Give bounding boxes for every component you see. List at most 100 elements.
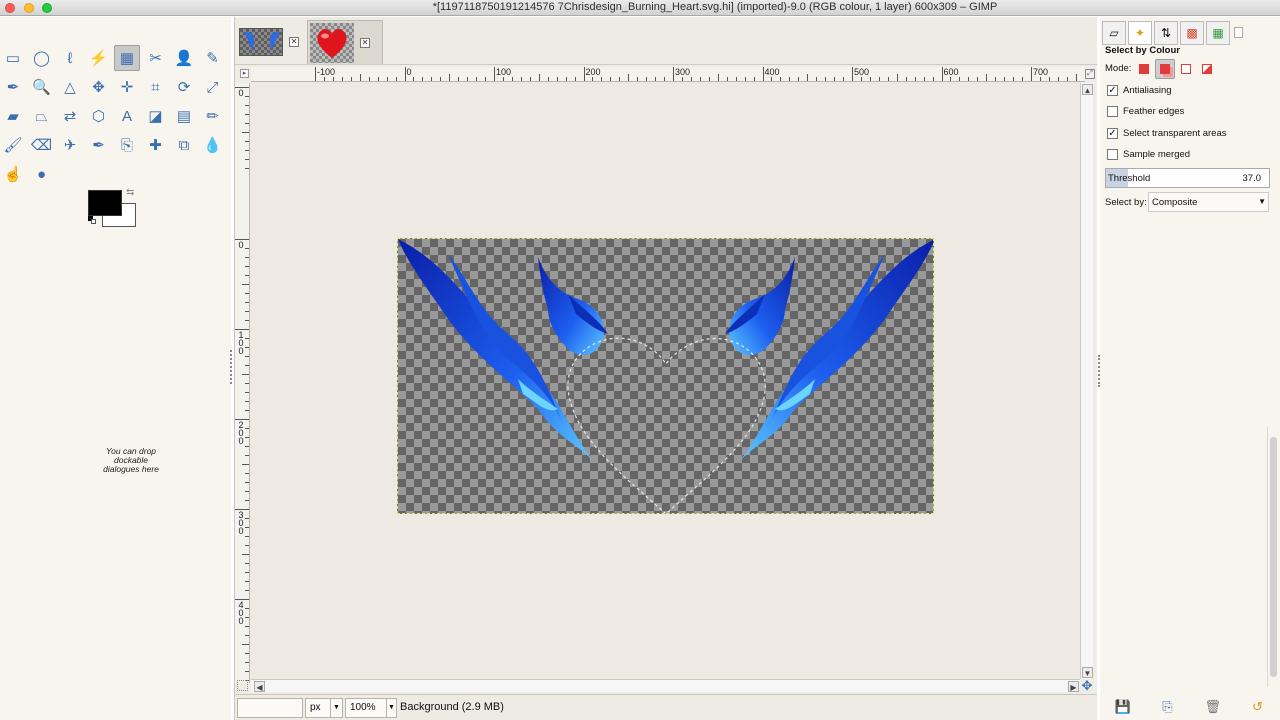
zoom-image-when-resized-icon[interactable]: ⤢ (1085, 69, 1095, 79)
scroll-up-icon[interactable]: ▲ (1082, 84, 1093, 95)
toolbox-resize-handle[interactable] (230, 350, 232, 384)
scroll-left-icon[interactable]: ◀ (254, 681, 265, 692)
brushes-tab-icon[interactable]: ▩ (1180, 21, 1204, 45)
swap-colours-icon[interactable]: ⇆ (126, 187, 134, 198)
chevron-down-icon[interactable]: ▼ (386, 699, 396, 717)
vertical-scrollbar[interactable]: ▲ ▼ (1080, 83, 1093, 679)
blur-tool[interactable]: 💧 (200, 132, 226, 158)
eraser-tool[interactable]: ⌫ (29, 132, 55, 158)
scroll-down-icon[interactable]: ▼ (1082, 667, 1093, 678)
chevron-down-icon[interactable]: ▼ (330, 699, 342, 717)
image-canvas[interactable] (397, 238, 934, 514)
cage-tool[interactable]: ⬡ (86, 103, 112, 129)
ruler-minor-tick (245, 671, 249, 672)
select-by-colour-tool[interactable]: ▦ (114, 45, 140, 71)
save-options-icon[interactable]: 💾 (1115, 699, 1131, 715)
ruler-minor-tick (242, 644, 249, 645)
scissors-select-tool[interactable]: ✂ (143, 45, 169, 71)
paintbrush-tool[interactable]: 🖌 (0, 132, 26, 158)
foreground-select-tool[interactable]: 👤 (171, 45, 197, 71)
image-tab-2[interactable]: ✕ (307, 20, 383, 64)
select-by-dropdown[interactable]: Composite ▼ (1148, 192, 1269, 212)
measure-tool[interactable]: △ (57, 74, 83, 100)
mode-add-icon[interactable] (1155, 59, 1175, 79)
move-tool[interactable]: ✥ (86, 74, 112, 100)
quick-mask-toggle-icon[interactable] (237, 680, 248, 691)
horizontal-scrollbar[interactable]: ◀ ▶ (251, 679, 1080, 692)
mode-subtract-icon[interactable] (1176, 59, 1196, 79)
align-tool[interactable]: ✛ (114, 74, 140, 100)
colour-picker-tool-icon: ✒ (6, 79, 20, 96)
patterns-tab-icon[interactable]: ▦ (1206, 21, 1230, 45)
text-tool[interactable]: A (114, 103, 140, 129)
dock-menu-icon[interactable] (1234, 27, 1243, 38)
antialiasing-checkbox[interactable]: ✓ (1107, 85, 1118, 96)
chevron-down-icon[interactable]: ▼ (1258, 197, 1266, 206)
perspective-clone-tool[interactable]: ⧉ (171, 132, 197, 158)
antialiasing-option[interactable]: ✓ Antialiasing (1107, 85, 1172, 96)
free-select-tool-icon: ℓ (67, 49, 73, 67)
tool-options-tab-icon[interactable]: ✦ (1128, 21, 1152, 45)
delete-options-icon[interactable]: 🗑 (1205, 699, 1222, 715)
navigate-image-icon[interactable]: ✥ (1080, 679, 1094, 693)
scroll-right-icon[interactable]: ▶ (1068, 681, 1079, 692)
close-tab-icon[interactable]: ✕ (360, 37, 370, 48)
perspective-tool[interactable]: ⏢ (29, 103, 55, 129)
rotate-tool[interactable]: ⟳ (171, 74, 197, 100)
scale-tool[interactable]: ⤢ (200, 74, 226, 100)
heal-tool[interactable]: ✚ (143, 132, 169, 158)
free-select-tool[interactable]: ℓ (57, 45, 83, 71)
select-transparent-checkbox[interactable]: ✓ (1107, 128, 1118, 139)
ruler-minor-tick (245, 500, 249, 501)
quick-mask-menu-icon[interactable]: ▸ (240, 69, 249, 78)
ruler-minor-tick (467, 77, 469, 81)
ruler-minor-tick (932, 77, 934, 81)
select-transparent-option[interactable]: ✓ Select transparent areas (1107, 128, 1227, 139)
ruler-minor-tick (834, 77, 836, 81)
feather-edges-option[interactable]: Feather edges (1107, 106, 1184, 117)
threshold-slider[interactable]: Threshold 37.0 (1105, 168, 1270, 188)
zoom-tool[interactable]: 🔍 (29, 74, 55, 100)
crop-tool[interactable]: ⌗ (143, 74, 169, 100)
blend-tool[interactable]: ▤ (171, 103, 197, 129)
dock-scrollbar[interactable] (1267, 427, 1277, 687)
zoom-selector[interactable]: 100% ▼ (345, 698, 397, 718)
bucket-fill-tool[interactable]: ◪ (143, 103, 169, 129)
zoom-tool-icon: 🔍 (32, 79, 51, 96)
pencil-tool[interactable]: ✏ (200, 103, 226, 129)
ellipse-select-tool[interactable]: ◯ (29, 45, 55, 71)
image-tab-1[interactable]: ✕ (237, 20, 303, 64)
ruler-label: 600 (943, 67, 959, 77)
feather-edges-checkbox[interactable] (1107, 106, 1118, 117)
rect-select-tool[interactable]: ▭ (0, 45, 26, 71)
ruler-minor-tick (245, 437, 249, 438)
vertical-ruler[interactable]: 0 0 100 200 300 400 (235, 83, 250, 683)
mode-replace-icon[interactable] (1134, 59, 1154, 79)
sample-merged-option[interactable]: Sample merged (1107, 149, 1190, 160)
fuzzy-select-tool[interactable]: ⚡ (86, 45, 112, 71)
foreground-colour-swatch[interactable] (88, 190, 122, 216)
restore-options-icon[interactable]: ⎘ (1160, 699, 1176, 715)
clone-tool[interactable]: ⎘ (114, 132, 140, 158)
ruler-minor-tick (245, 563, 249, 564)
shear-tool[interactable]: ▰ (0, 103, 26, 129)
canvas-area[interactable] (251, 83, 1080, 679)
ink-tool[interactable]: ✒ (86, 132, 112, 158)
flip-tool[interactable]: ⇄ (57, 103, 83, 129)
sample-merged-checkbox[interactable] (1107, 149, 1118, 160)
paths-tool[interactable]: ✎ (200, 45, 226, 71)
horizontal-ruler[interactable]: -100 0 100 200 300 400 500 600 700 (251, 67, 1085, 82)
reset-colours-icon[interactable] (88, 216, 96, 224)
reset-options-icon[interactable]: ↺ (1250, 699, 1266, 715)
device-status-tab-icon[interactable]: ⇅ (1154, 21, 1178, 45)
feather-edges-label: Feather edges (1123, 106, 1185, 117)
airbrush-tool[interactable]: ✈ (57, 132, 83, 158)
close-tab-icon[interactable]: ✕ (289, 37, 299, 47)
unit-selector[interactable]: px ▼ (305, 698, 343, 718)
mode-intersect-icon[interactable] (1197, 59, 1217, 79)
smudge-tool[interactable]: ☝ (0, 161, 26, 187)
colour-picker-tool[interactable]: ✒ (0, 74, 26, 100)
ruler-minor-tick (1022, 77, 1024, 81)
dodge-burn-tool[interactable]: ● (29, 161, 55, 187)
layers-tab-icon[interactable]: ▱ (1102, 21, 1126, 45)
